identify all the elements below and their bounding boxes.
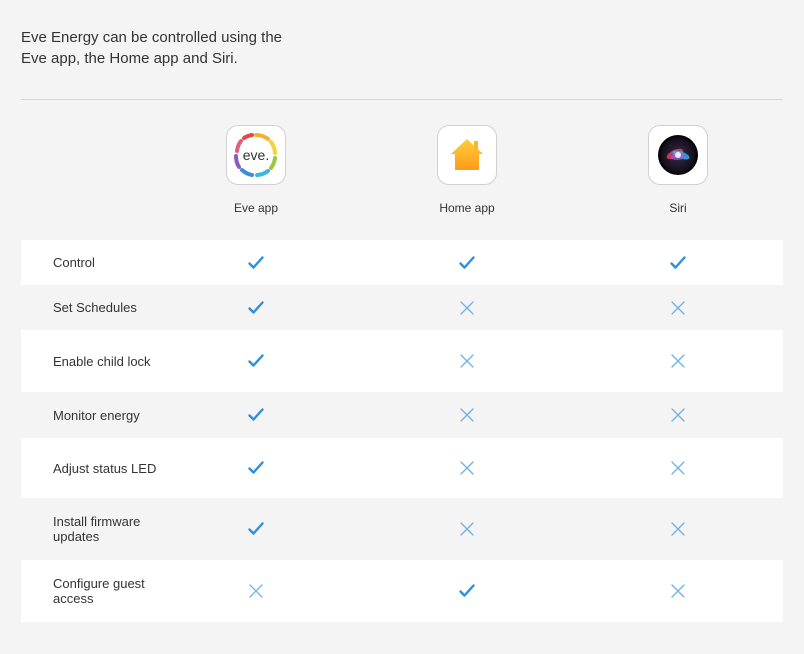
cross-icon [458,459,476,477]
siri-icon [648,125,708,185]
eve-app-icon: eve. [226,125,286,185]
feature-label: Enable child lock [53,353,151,369]
app-column-home: Home app [407,125,527,215]
table-row: Control [21,240,783,285]
check-icon [247,254,265,272]
cross-icon [458,406,476,424]
cross-icon [669,459,687,477]
check-icon [247,352,265,370]
feature-label: Adjust status LED [53,460,157,476]
table-row: Adjust status LED [21,438,783,498]
feature-label: Configure guest access [53,576,145,606]
cross-icon [669,352,687,370]
feature-label: Set Schedules [53,300,137,315]
eve-logo-text: eve. [243,147,269,163]
feature-label: Install firmware updates [53,514,141,544]
cross-icon [669,406,687,424]
cross-icon [458,352,476,370]
feature-label: Control [53,255,95,270]
app-label-home: Home app [439,201,495,215]
app-label-siri: Siri [669,201,687,215]
intro-line-1: Eve Energy can be controlled using the [21,29,282,46]
table-row: Enable child lock [21,330,783,392]
cross-icon [669,520,687,538]
feature-label: Monitor energy [53,407,140,423]
cross-icon [669,299,687,317]
check-icon [247,520,265,538]
table-row: Set Schedules [21,285,783,330]
home-app-icon [437,125,497,185]
cross-icon [669,582,687,600]
check-icon [458,582,476,600]
cross-icon [458,299,476,317]
check-icon [247,459,265,477]
app-column-siri: Siri [618,125,738,215]
divider [21,99,783,100]
intro-text: Eve Energy can be controlled using the E… [21,27,341,69]
cross-icon [247,582,265,600]
cross-icon [458,520,476,538]
check-icon [247,299,265,317]
table-row: Configure guest access [21,560,783,622]
table-row: Monitor energy [21,392,783,438]
page: Eve Energy can be controlled using the E… [0,0,804,654]
app-label-eve: Eve app [233,201,279,215]
check-icon [247,406,265,424]
table-row: Install firmware updates [21,498,783,560]
check-icon [669,254,687,272]
app-column-eve: eve. Eve app [196,125,316,215]
check-icon [458,254,476,272]
intro-line-2: Eve app, the Home app and Siri. [21,50,238,67]
